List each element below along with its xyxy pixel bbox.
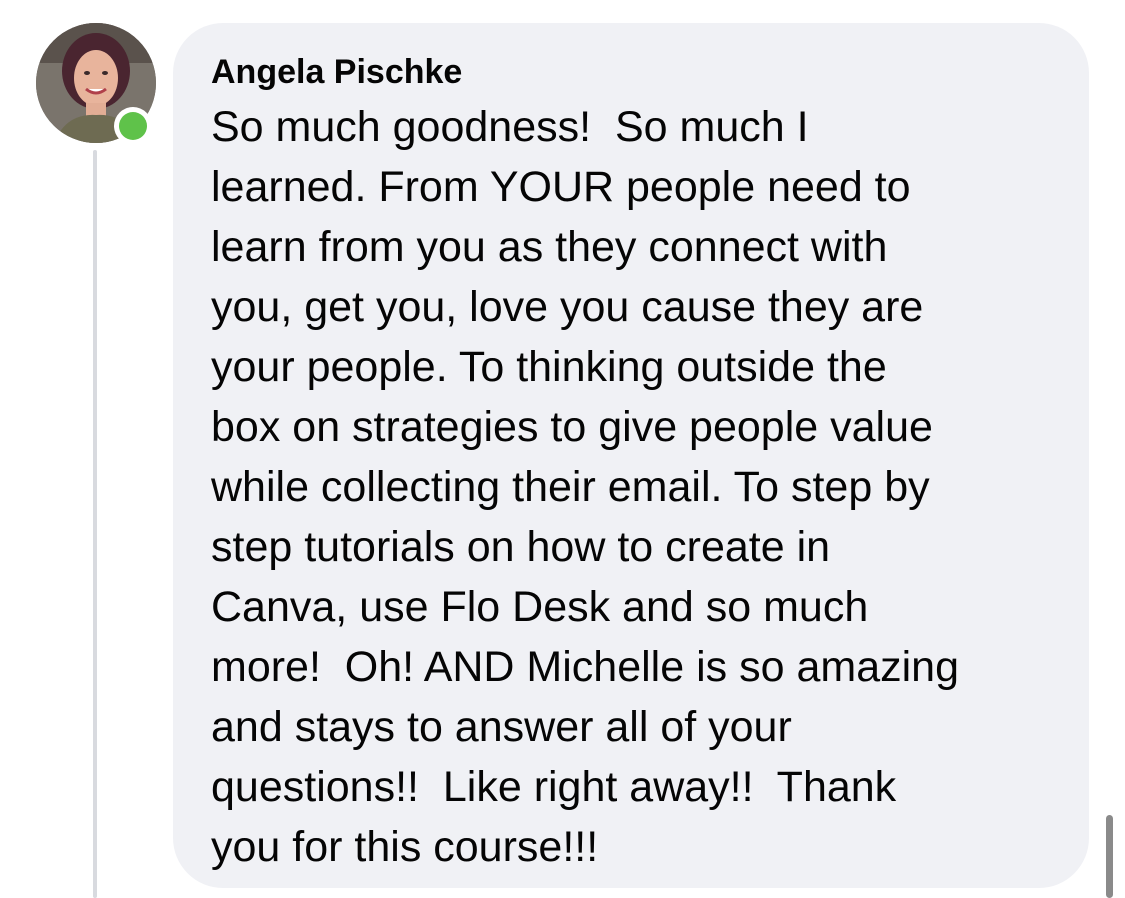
comment-text-line: your people. To thinking outside the [211, 343, 887, 391]
comment-text-line: while collecting their email. To step by [211, 463, 930, 511]
comment-text-line: more! Oh! AND Michelle is so amazing [211, 643, 959, 691]
online-status-badge [114, 107, 152, 145]
online-status-dot-icon [119, 112, 147, 140]
comment-text-line: Canva, use Flo Desk and so much [211, 583, 869, 631]
comment-bubble[interactable]: Angela Pischke So much goodness! So much… [173, 23, 1089, 888]
comment-text-line: you, get you, love you cause they are [211, 283, 924, 331]
comment-text-line: questions!! Like right away!! Thank [211, 763, 897, 811]
reply-thread-line [93, 150, 97, 898]
comment-author[interactable]: Angela Pischke [211, 49, 1051, 95]
comment-text-line: step tutorials on how to create in [211, 523, 831, 571]
comment-text-line: and stays to answer all of your [211, 703, 792, 751]
scrollbar[interactable] [1106, 815, 1113, 898]
comment-text-line: So much goodness! So much I [211, 103, 809, 151]
comment-text-line: learned. From YOUR people need to [211, 163, 911, 211]
comment-text: So much goodness! So much I learned. From… [211, 97, 1051, 877]
comment-text-line: you for this course!!! [211, 823, 599, 871]
comment-text-line: learn from you as they connect with [211, 223, 888, 271]
comment-text-line: box on strategies to give people value [211, 403, 933, 451]
